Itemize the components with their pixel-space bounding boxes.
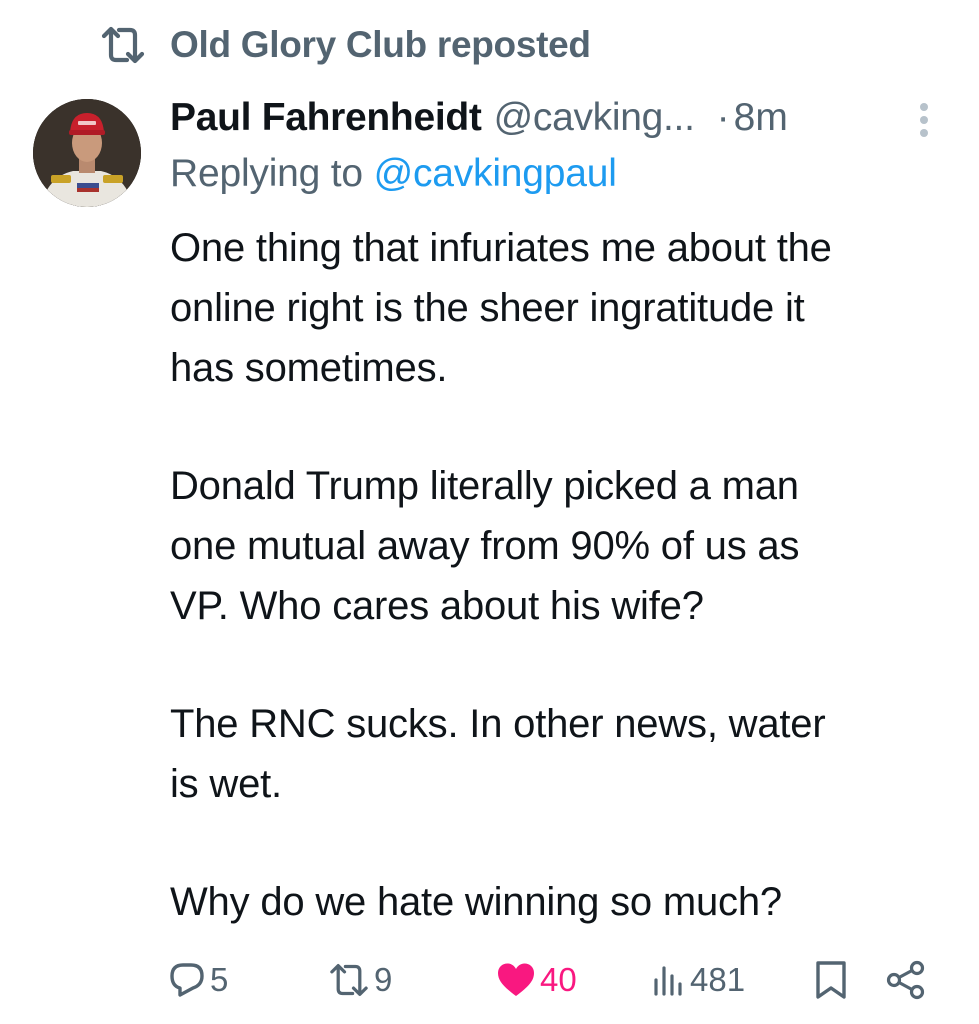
share-icon bbox=[886, 960, 926, 1000]
tweet-line: One thing that infuriates me about the bbox=[170, 226, 832, 270]
tweet-line: Why do we hate winning so much? bbox=[170, 880, 782, 924]
views-button[interactable]: 481 bbox=[652, 952, 745, 1008]
repost-button[interactable]: 9 bbox=[328, 952, 392, 1008]
tweet-actions: 5 9 40 481 bbox=[0, 952, 979, 1008]
bookmark-button[interactable] bbox=[814, 952, 848, 1008]
repost-icon bbox=[328, 962, 370, 998]
reply-mention-link[interactable]: @cavkingpaul bbox=[374, 152, 617, 195]
tweet-line: online right is the sheer ingratitude it bbox=[170, 286, 805, 330]
separator-dot: · bbox=[716, 96, 730, 139]
tweet-line: has sometimes. bbox=[170, 346, 448, 390]
tweet-line: is wet. bbox=[170, 762, 282, 806]
reply-icon bbox=[168, 961, 206, 999]
tweet-header: Paul Fahrenheidt @cavking... · 8m bbox=[170, 92, 940, 144]
more-options-button[interactable] bbox=[912, 100, 936, 140]
views-icon bbox=[652, 963, 686, 997]
bookmark-icon bbox=[814, 960, 848, 1000]
avatar[interactable] bbox=[33, 99, 141, 207]
display-name[interactable]: Paul Fahrenheidt bbox=[170, 96, 482, 140]
replying-to: Replying to @cavkingpaul bbox=[170, 152, 617, 196]
repost-icon bbox=[100, 25, 146, 65]
replying-to-prefix: Replying to bbox=[170, 152, 374, 195]
repost-label: Old Glory Club reposted bbox=[170, 24, 591, 65]
like-count: 40 bbox=[540, 961, 577, 998]
views-count: 481 bbox=[690, 961, 746, 998]
reply-count: 5 bbox=[210, 961, 229, 998]
tweet-line: The RNC sucks. In other news, water bbox=[170, 702, 826, 746]
timestamp[interactable]: 8m bbox=[734, 96, 788, 140]
heart-filled-icon bbox=[496, 962, 536, 998]
username-handle[interactable]: @cavking... bbox=[494, 96, 695, 140]
tweet-line: VP. Who cares about his wife? bbox=[170, 584, 704, 628]
reply-button[interactable]: 5 bbox=[168, 952, 228, 1008]
tweet-text: One thing that infuriates me about the o… bbox=[170, 218, 960, 932]
tweet-line: one mutual away from 90% of us as bbox=[170, 524, 800, 568]
share-button[interactable] bbox=[886, 952, 926, 1008]
like-button[interactable]: 40 bbox=[496, 952, 577, 1008]
tweet-line: Donald Trump literally picked a man bbox=[170, 464, 799, 508]
more-vertical-icon bbox=[912, 103, 936, 144]
repost-header[interactable]: Old Glory Club reposted bbox=[100, 22, 591, 68]
repost-count: 9 bbox=[374, 961, 393, 998]
